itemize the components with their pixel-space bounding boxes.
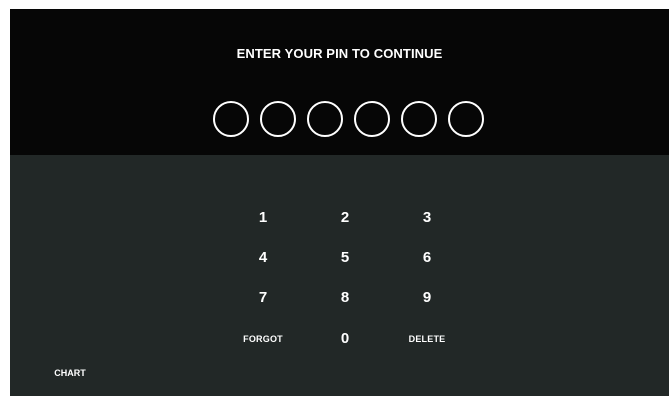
key-9[interactable]: 9 <box>397 282 457 312</box>
key-4[interactable]: 4 <box>233 242 293 272</box>
delete-button[interactable]: DELETE <box>397 324 457 354</box>
pin-header: ENTER YOUR PIN TO CONTINUE <box>10 9 669 155</box>
pin-prompt: ENTER YOUR PIN TO CONTINUE <box>236 46 443 61</box>
pin-dot-1 <box>213 101 249 137</box>
key-7[interactable]: 7 <box>233 282 293 312</box>
key-1[interactable]: 1 <box>233 202 293 232</box>
pin-indicator <box>213 101 484 137</box>
key-3[interactable]: 3 <box>397 202 457 232</box>
pin-dot-2 <box>260 101 296 137</box>
pin-dot-4 <box>354 101 390 137</box>
key-6[interactable]: 6 <box>397 242 457 272</box>
forgot-button[interactable]: FORGOT <box>233 324 293 354</box>
pin-dot-3 <box>307 101 343 137</box>
pin-dot-5 <box>401 101 437 137</box>
key-2[interactable]: 2 <box>315 202 375 232</box>
chart-button[interactable]: CHART <box>50 364 90 382</box>
pin-dot-6 <box>448 101 484 137</box>
pin-entry-screen: ENTER YOUR PIN TO CONTINUE 1 2 3 4 5 6 7… <box>10 9 669 396</box>
key-8[interactable]: 8 <box>315 282 375 312</box>
key-0[interactable]: 0 <box>315 323 375 353</box>
key-5[interactable]: 5 <box>315 242 375 272</box>
